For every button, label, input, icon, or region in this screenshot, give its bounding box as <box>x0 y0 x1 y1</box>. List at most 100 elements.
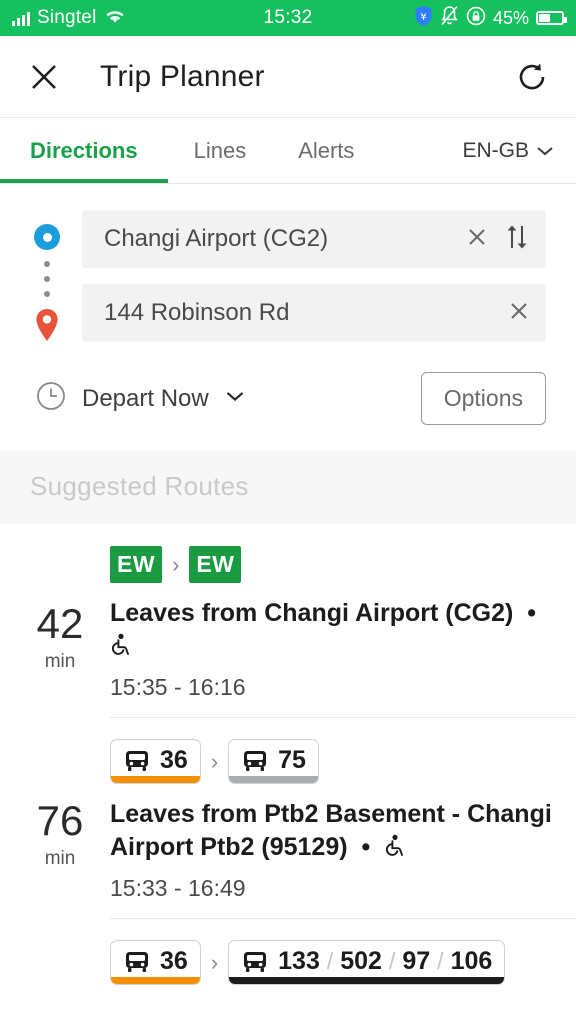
bus-number-separator: / <box>437 948 444 974</box>
tab-lines[interactable]: Lines <box>168 118 273 183</box>
clock-icon <box>36 381 66 416</box>
route-separator-bullet: • <box>520 599 543 627</box>
bus-number: 106 <box>450 947 493 975</box>
route-markers <box>30 210 64 342</box>
bell-muted-icon <box>440 5 459 31</box>
bus-line-badge[interactable]: 36 <box>110 739 201 784</box>
status-bar: Singtel 15:32 ¥ 45% <box>0 0 576 36</box>
trip-endpoints: Changi Airport (CG2) 144 Robinson Rd <box>0 184 576 352</box>
language-label: EN-GB <box>462 138 529 162</box>
route-duration: 76 min <box>10 739 110 902</box>
route-times: 15:35 - 16:16 <box>110 674 246 700</box>
battery-icon <box>536 11 567 25</box>
app-header: Trip Planner <box>0 36 576 118</box>
page-title: Trip Planner <box>100 59 265 93</box>
status-bar-right: ¥ 45% <box>414 5 567 32</box>
bus-line-color-bar <box>111 776 200 783</box>
route-item[interactable]: 42 min EW › EW Leaves from Changi Airpor… <box>0 524 576 717</box>
routes-list: 42 min EW › EW Leaves from Changi Airpor… <box>0 524 576 1015</box>
mrt-line-badge[interactable]: EW <box>110 546 163 583</box>
route-duration-value: 42 <box>36 599 84 647</box>
tab-directions[interactable]: Directions <box>0 118 168 183</box>
leg-chevron-icon: › <box>210 949 219 975</box>
status-bar-left: Singtel <box>12 7 126 29</box>
carrier-label: Singtel <box>37 7 97 28</box>
route-body: EW › EW Leaves from Changi Airport (CG2)… <box>110 546 566 701</box>
tab-alerts[interactable]: Alerts <box>272 118 380 183</box>
route-dots <box>44 250 50 308</box>
swap-vertical-icon[interactable] <box>504 223 530 256</box>
tab-alerts-label: Alerts <box>298 137 355 163</box>
route-duration-value: 76 <box>36 796 84 844</box>
battery-percent-label: 45% <box>492 7 529 28</box>
refresh-icon[interactable] <box>516 61 548 93</box>
leg-chevron-icon: › <box>172 551 180 577</box>
tab-lines-label: Lines <box>193 137 247 163</box>
route-title-text: Leaves from Changi Airport (CG2) <box>110 599 514 627</box>
depart-chevron-down-icon <box>225 390 245 408</box>
destination-pin-icon <box>34 308 60 342</box>
depart-label: Depart Now <box>82 384 209 412</box>
route-item[interactable]: 76 min 36 › 75 Leaves from Ptb2 Basement… <box>0 717 576 918</box>
route-body: 36 › 75 Leaves from Ptb2 Basement - Chan… <box>110 739 566 902</box>
route-separator-bullet: • <box>354 833 378 861</box>
route-legs: EW › EW <box>110 546 552 583</box>
origin-clear-icon[interactable] <box>466 226 488 253</box>
route-legs: 36 › 75 <box>110 739 552 784</box>
trip-planner-screen: Singtel 15:32 ¥ 45% Trip Planner Directi… <box>0 0 576 1024</box>
origin-value: Changi Airport (CG2) <box>104 225 329 252</box>
route-times: 15:33 - 16:49 <box>110 875 246 901</box>
depart-options-row: Depart Now Options <box>0 352 576 451</box>
destination-input[interactable]: 144 Robinson Rd <box>82 284 546 342</box>
leg-chevron-icon: › <box>210 748 219 774</box>
wheelchair-accessible-icon <box>110 633 132 666</box>
destination-value: 144 Robinson Rd <box>104 299 290 326</box>
suggested-routes-header: Suggested Routes <box>0 451 576 524</box>
bus-line-badge[interactable]: 75 <box>228 739 319 784</box>
route-title: Leaves from Ptb2 Basement - Changi Airpo… <box>110 798 552 867</box>
route-duration-unit: min <box>44 650 76 672</box>
route-duration <box>10 940 110 999</box>
close-icon[interactable] <box>28 61 60 93</box>
destination-clear-icon[interactable] <box>508 300 530 327</box>
tab-bar: Directions Lines Alerts EN-GB <box>0 118 576 184</box>
chevron-down-icon <box>536 139 554 163</box>
rotation-lock-icon <box>466 6 486 31</box>
svg-text:¥: ¥ <box>420 12 426 23</box>
bus-number-separator: / <box>388 948 396 974</box>
bus-line-color-bar <box>229 776 318 783</box>
route-item[interactable]: 36 › 133 / 502 / 97 / 106 <box>0 918 576 1015</box>
options-button[interactable]: Options <box>420 372 546 425</box>
origin-marker-icon <box>34 224 60 250</box>
bus-line-color-bar <box>229 977 505 984</box>
bus-line-badge[interactable]: 36 <box>110 940 201 985</box>
route-legs: 36 › 133 / 502 / 97 / 106 <box>110 940 552 985</box>
tab-directions-label: Directions <box>30 137 138 163</box>
origin-input[interactable]: Changi Airport (CG2) <box>82 210 546 268</box>
suggested-routes-title: Suggested Routes <box>30 471 249 501</box>
bus-number: 133 <box>278 947 320 975</box>
language-selector[interactable]: EN-GB <box>462 118 576 183</box>
bus-line-color-bar <box>111 977 200 984</box>
bus-number-separator: / <box>326 948 334 974</box>
options-button-label: Options <box>443 385 523 411</box>
wheelchair-accessible-icon <box>384 834 406 867</box>
mrt-line-badge[interactable]: EW <box>189 546 242 583</box>
route-body: 36 › 133 / 502 / 97 / 106 <box>110 940 566 999</box>
shield-payment-icon: ¥ <box>414 5 433 32</box>
route-title-text: Leaves from Ptb2 Basement - Changi Airpo… <box>110 800 552 861</box>
bus-number: 36 <box>160 746 188 774</box>
route-duration: 42 min <box>10 546 110 701</box>
endpoint-fields: Changi Airport (CG2) 144 Robinson Rd <box>82 210 546 342</box>
depart-time-selector[interactable]: Depart Now <box>36 381 245 416</box>
bus-number: 75 <box>278 746 306 774</box>
bus-number: 36 <box>160 947 188 975</box>
origin-field-icons <box>466 223 530 256</box>
bus-line-badge[interactable]: 133 / 502 / 97 / 106 <box>228 940 506 985</box>
bus-number: 97 <box>402 947 431 975</box>
route-title: Leaves from Changi Airport (CG2) • <box>110 597 552 666</box>
signal-bars-icon <box>12 11 30 26</box>
route-duration-unit: min <box>44 847 76 869</box>
wifi-icon <box>104 8 126 29</box>
destination-field-icons <box>508 300 530 327</box>
